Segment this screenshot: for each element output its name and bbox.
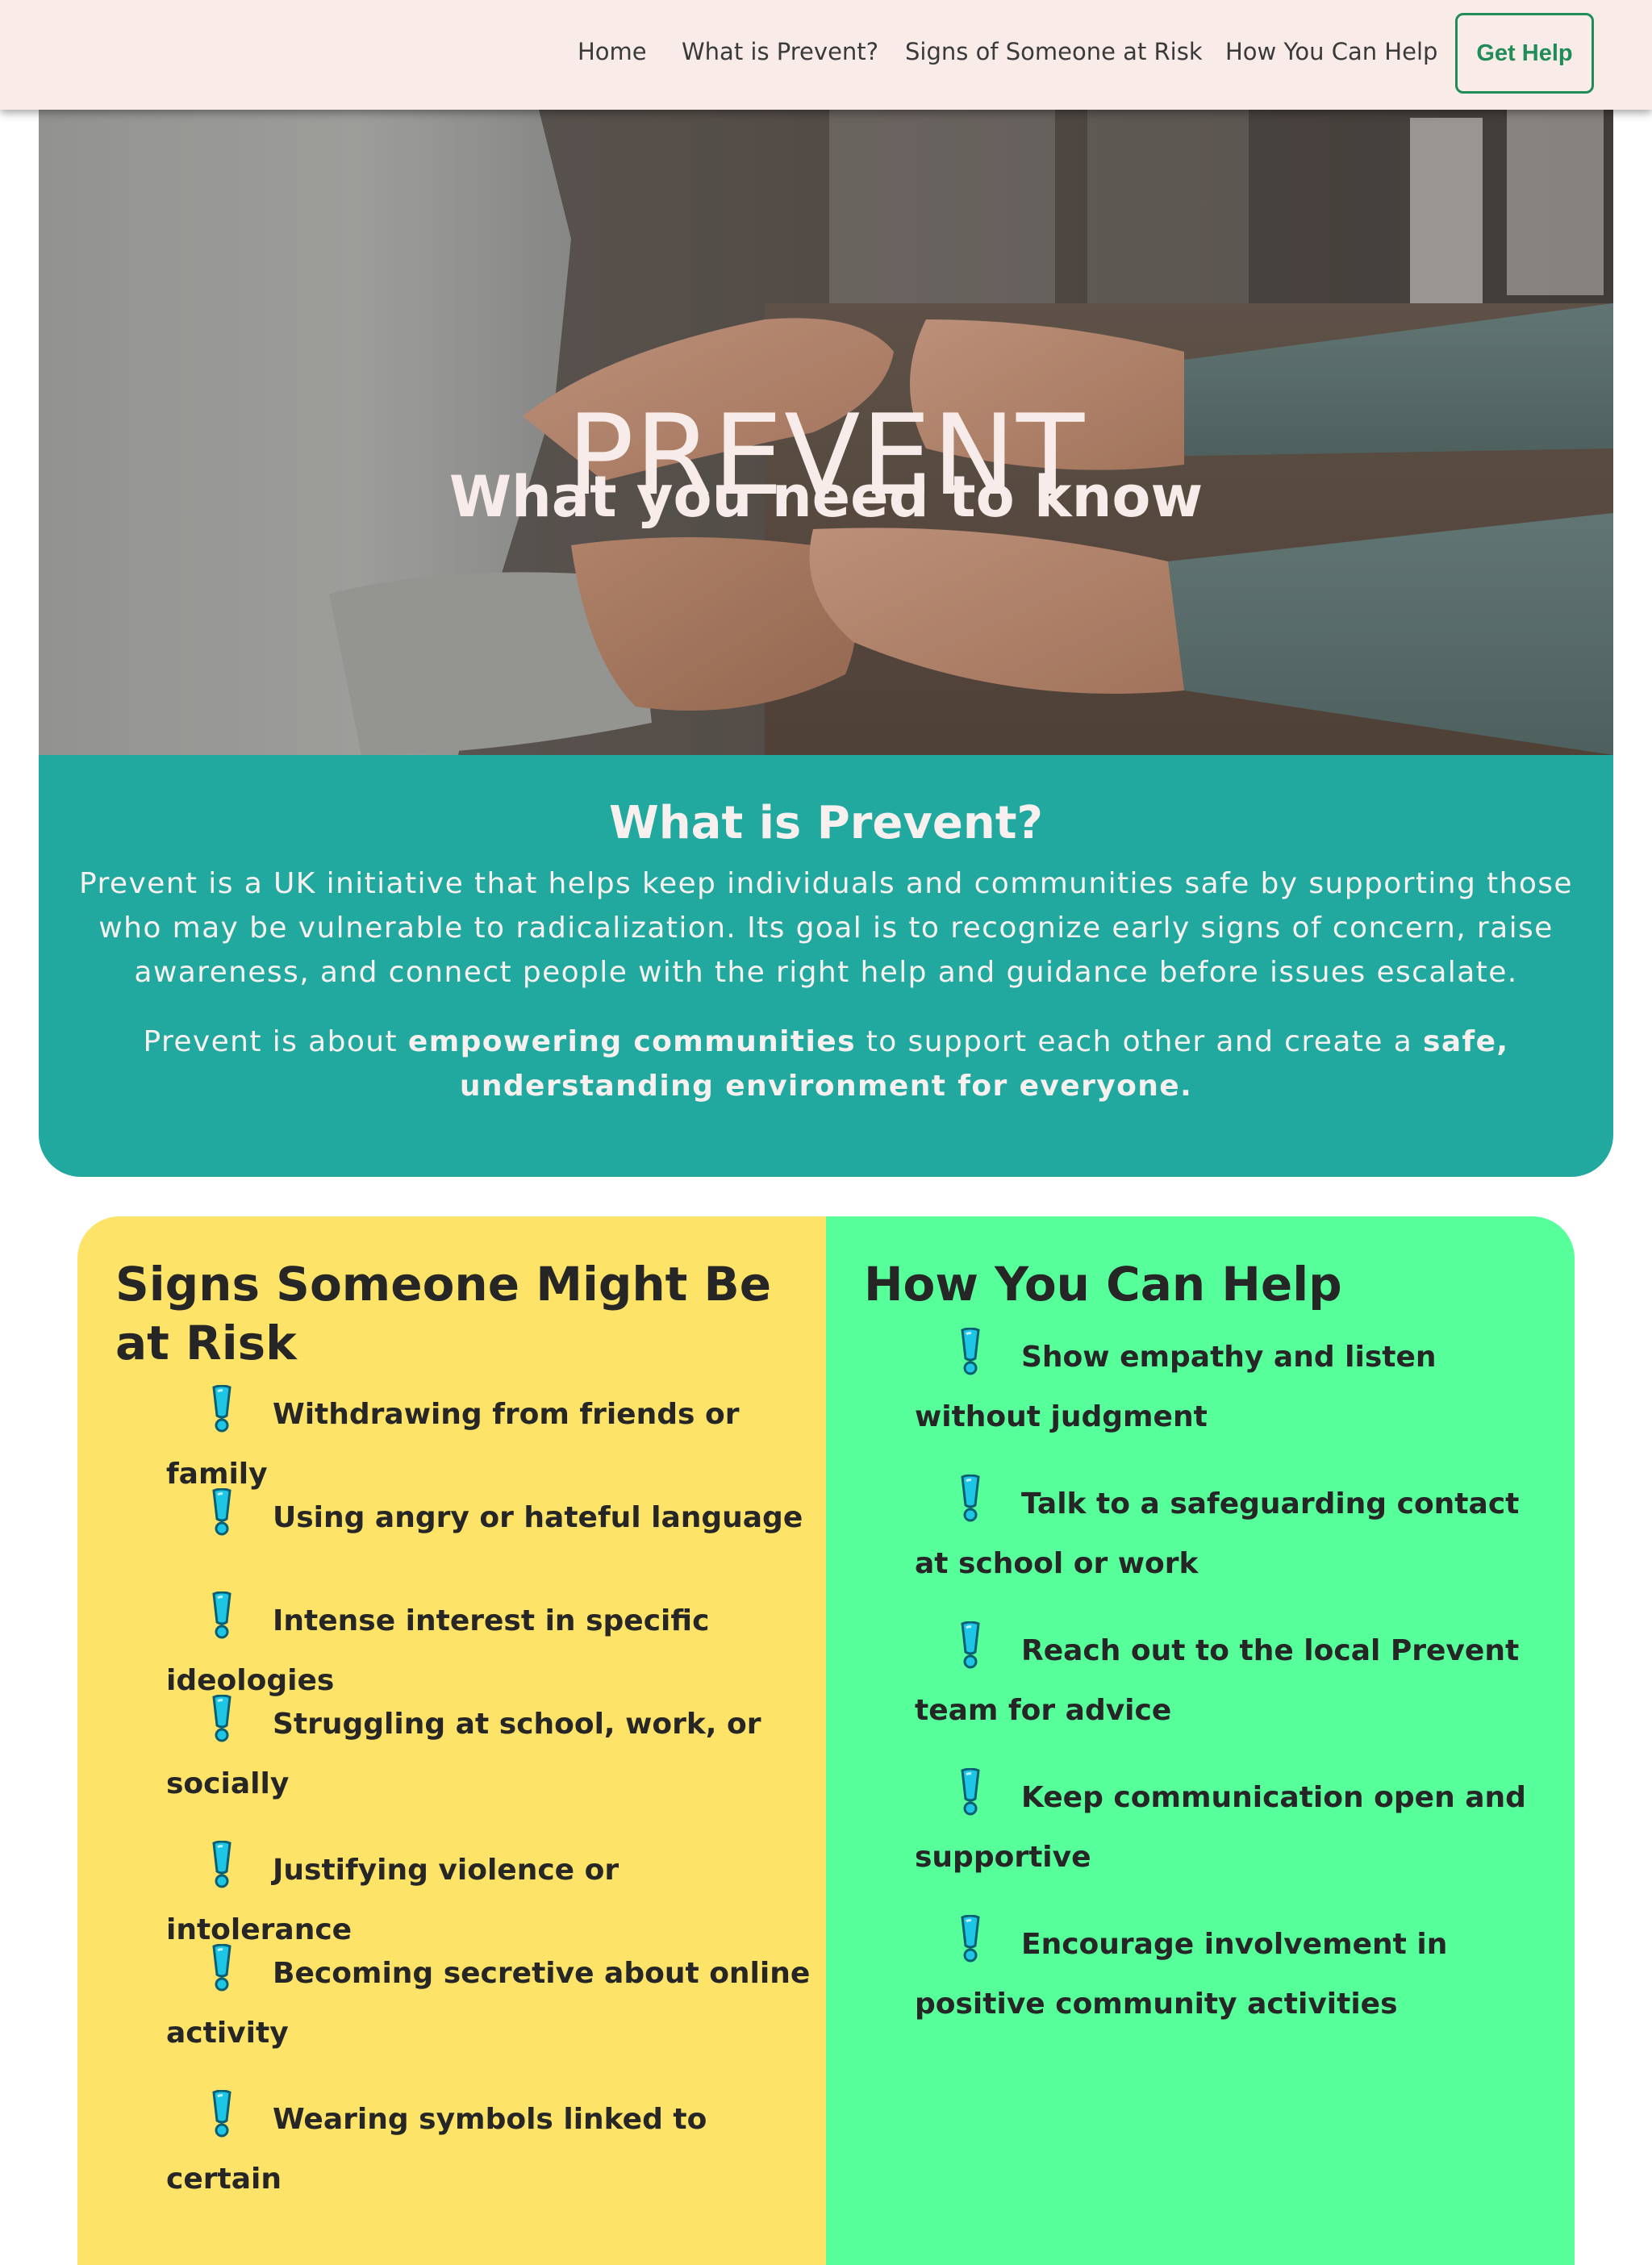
mission-bold-empowering: empowering communities [407, 1025, 856, 1058]
signs-heading: Signs Someone Might Be at Risk [115, 1257, 772, 1370]
help-item: Keep communication open and supportive [915, 1767, 1552, 1888]
sign-item-text: Intense interest in specific ideologies [166, 1604, 710, 1697]
sign-item-text: Withdrawing from friends or family [166, 1398, 740, 1491]
what-is-prevent-section: What is Prevent? Prevent is a UK initiat… [39, 755, 1613, 1177]
exclamation-icon [205, 1487, 239, 1537]
sign-item: Struggling at school, work, or socially [166, 1694, 811, 1814]
exclamation-icon [953, 1767, 987, 1817]
help-item: Show empathy and listen without judgment [915, 1327, 1552, 1447]
nav-link-what-is-prevent[interactable]: What is Prevent? [682, 35, 878, 68]
nav-link-how-to-help[interactable]: How You Can Help [1225, 35, 1437, 68]
info-cards: Signs Someone Might Be at Risk Withdrawi… [77, 1216, 1575, 2265]
hero-subtitle: What you need to know [448, 464, 1204, 530]
get-help-button[interactable]: Get Help [1455, 13, 1594, 94]
help-item-text: Keep communication open and supportive [915, 1781, 1526, 1874]
exclamation-icon [205, 1694, 239, 1743]
sign-item-text: Wearing symbols linked to certain [166, 2103, 707, 2196]
help-item-text: Encourage involvement in positive commun… [915, 1928, 1448, 2021]
what-is-prevent-paragraph: Prevent is a UK initiative that helps ke… [79, 867, 1573, 989]
help-item: Reach out to the local Prevent team for … [915, 1621, 1552, 1741]
nav-link-home[interactable]: Home [578, 35, 647, 68]
help-item-text: Show empathy and listen without judgment [915, 1341, 1437, 1433]
help-item-text: Reach out to the local Prevent team for … [915, 1634, 1520, 1727]
sign-item: Intense interest in specific ideologies [166, 1591, 811, 1711]
sign-item: Becoming secretive about online activity [166, 1943, 811, 2063]
sign-item-text: Using angry or hateful language [273, 1501, 803, 1534]
what-is-prevent-heading: What is Prevent? [609, 797, 1043, 849]
exclamation-icon [205, 1840, 239, 1889]
sign-item-text: Struggling at school, work, or socially [166, 1708, 761, 1800]
exclamation-icon [205, 1384, 239, 1433]
exclamation-icon [953, 1621, 987, 1670]
help-card: How You Can Help Show empathy and listen… [826, 1216, 1575, 2265]
exclamation-icon [953, 1914, 987, 1963]
exclamation-icon [953, 1327, 987, 1376]
help-item-text: Talk to a safeguarding contact at school… [915, 1487, 1520, 1580]
help-item: Talk to a safeguarding contact at school… [915, 1474, 1552, 1594]
exclamation-icon [205, 2089, 239, 2138]
nav-link-signs[interactable]: Signs of Someone at Risk [905, 35, 1203, 68]
sign-item: Withdrawing from friends or family [166, 1384, 811, 1504]
sign-item: Justifying violence or intolerance [166, 1840, 811, 1960]
sign-item: Using angry or hateful language [166, 1487, 811, 1548]
mission-text-middle: to support each other and create a [855, 1025, 1423, 1058]
top-navbar: Home What is Prevent? Signs of Someone a… [0, 0, 1652, 110]
exclamation-icon [953, 1474, 987, 1523]
hero-section: PREVENT What you need to know [39, 110, 1613, 755]
sign-item-text: Becoming secretive about online activity [166, 1957, 811, 2050]
help-item: Encourage involvement in positive commun… [915, 1914, 1552, 2034]
sign-item: Wearing symbols linked to certain [166, 2089, 811, 2209]
exclamation-icon [205, 1943, 239, 1992]
signs-card: Signs Someone Might Be at Risk Withdrawi… [77, 1216, 826, 2265]
exclamation-icon [205, 1591, 239, 1640]
help-heading: How You Can Help [864, 1257, 1342, 1312]
prevent-mission-paragraph: Prevent is about empowering communities … [119, 1020, 1533, 1108]
mission-text-start: Prevent is about [143, 1025, 408, 1058]
